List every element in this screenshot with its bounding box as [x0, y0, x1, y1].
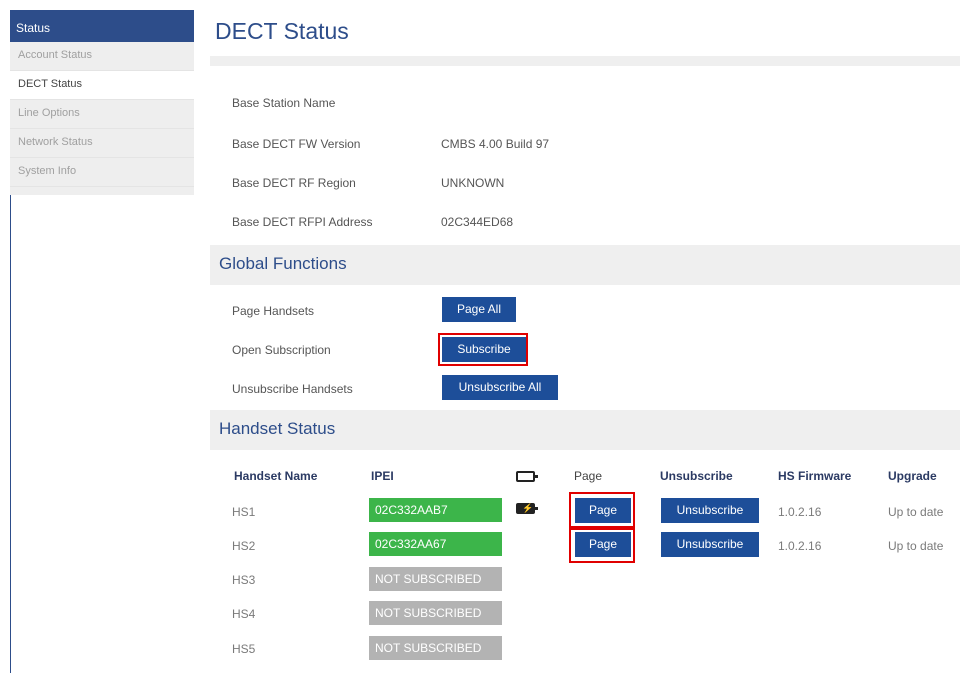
page-title: DECT Status — [215, 18, 349, 44]
page-highlight — [569, 528, 635, 563]
ipei-badge: NOT SUBSCRIBED — [369, 636, 502, 660]
handset-name: HS1 — [232, 505, 256, 519]
sidebar-item-system-info[interactable]: System Info — [10, 158, 194, 187]
handset-status-section: Handset Status — [210, 410, 960, 450]
global-functions-title: Global Functions — [219, 254, 347, 273]
col-unsubscribe: Unsubscribe — [660, 469, 733, 483]
subscribe-highlight — [438, 333, 528, 366]
col-ipei: IPEI — [371, 469, 394, 483]
sidebar-header[interactable]: Status — [10, 10, 194, 42]
unsubscribe-button[interactable]: Unsubscribe — [661, 498, 759, 523]
global-functions-section: Global Functions — [210, 245, 960, 285]
page-all-button[interactable]: Page All — [442, 297, 516, 322]
col-upgrade: Upgrade — [888, 469, 937, 483]
handset-name: HS3 — [232, 573, 256, 587]
col-hs-firmware: HS Firmware — [778, 469, 852, 483]
unsubscribe-handsets-label: Unsubscribe Handsets — [232, 382, 353, 396]
base-fw-version-label: Base DECT FW Version — [232, 137, 361, 151]
ipei-badge: 02C332AAB7 — [369, 498, 502, 522]
ipei-badge: NOT SUBSCRIBED — [369, 567, 502, 591]
page-highlight — [569, 492, 635, 528]
battery-charging-icon: ⚡ — [516, 503, 538, 514]
col-handset-name: Handset Name — [234, 469, 318, 483]
page-border — [10, 195, 11, 673]
page-handsets-label: Page Handsets — [232, 304, 315, 318]
handset-status-title: Handset Status — [219, 419, 336, 438]
sidebar-item-network-status[interactable]: Network Status — [10, 129, 194, 158]
upgrade-status: Up to date — [888, 505, 944, 519]
unsubscribe-all-button[interactable]: Unsubscribe All — [442, 375, 558, 400]
sidebar-item-dect-status[interactable]: DECT Status — [10, 71, 194, 100]
base-station-name-label: Base Station Name — [232, 96, 336, 110]
hs-firmware: 1.0.2.16 — [778, 539, 822, 553]
base-rf-region-value: UNKNOWN — [441, 176, 505, 190]
unsubscribe-button[interactable]: Unsubscribe — [661, 532, 759, 557]
base-rfpi-address-label: Base DECT RFPI Address — [232, 215, 373, 229]
col-page: Page — [574, 469, 603, 483]
base-fw-version-value: CMBS 4.00 Build 97 — [441, 137, 550, 151]
sidebar-item-account-status[interactable]: Account Status — [10, 42, 194, 71]
sidebar-item-line-options[interactable]: Line Options — [10, 100, 194, 129]
hs-firmware: 1.0.2.16 — [778, 505, 822, 519]
ipei-badge: NOT SUBSCRIBED — [369, 601, 502, 625]
title-divider — [210, 56, 960, 66]
handset-name: HS2 — [232, 539, 256, 553]
sidebar: Status Account Status DECT Status Line O… — [10, 10, 194, 195]
base-rfpi-address-value: 02C344ED68 — [441, 215, 514, 229]
upgrade-status: Up to date — [888, 539, 944, 553]
base-rf-region-label: Base DECT RF Region — [232, 176, 356, 190]
open-subscription-label: Open Subscription — [232, 343, 331, 357]
battery-icon — [516, 471, 538, 482]
handset-name: HS5 — [232, 642, 256, 656]
handset-name: HS4 — [232, 607, 256, 621]
ipei-badge: 02C332AA67 — [369, 532, 502, 556]
